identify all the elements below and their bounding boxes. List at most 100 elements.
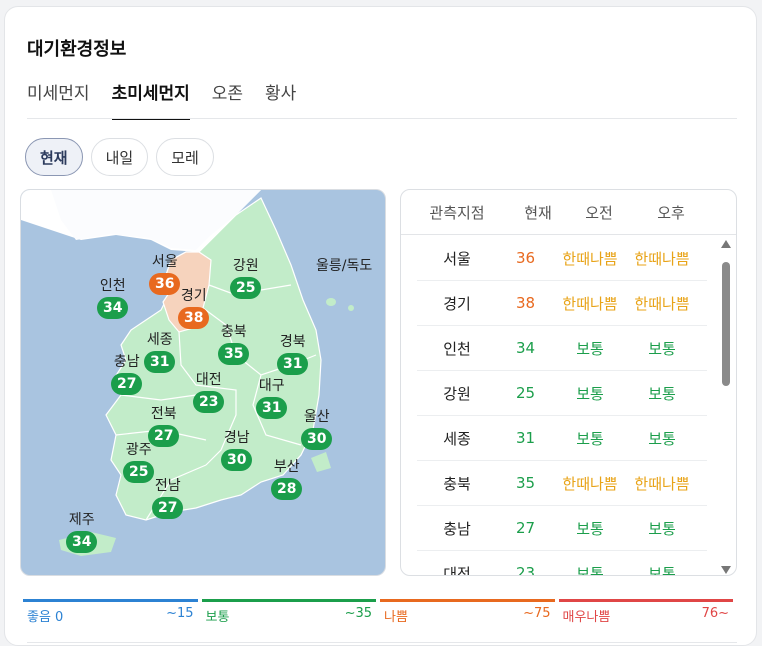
station-cell: 인천 xyxy=(443,339,471,358)
legend-label: 좋음 0 xyxy=(27,610,64,625)
region-name: 경남 xyxy=(223,430,250,446)
station-cell: 경기 xyxy=(443,294,471,313)
region-seoul[interactable]: 서울 36 xyxy=(149,253,181,295)
region-name: 울릉/독도 xyxy=(316,258,373,274)
region-value: 38 xyxy=(178,307,210,329)
station-cell: 서울 xyxy=(443,249,471,268)
col-am: 오전 xyxy=(585,203,613,222)
col-pm: 오후 xyxy=(657,203,685,222)
region-value: 31 xyxy=(256,397,288,419)
region-name: 광주 xyxy=(125,442,152,458)
pm-cell: 보통 xyxy=(648,564,676,576)
current-cell: 23 xyxy=(515,564,536,576)
table-scrollbar[interactable] xyxy=(720,240,732,574)
region-value: 34 xyxy=(97,297,129,319)
region-gyeonggi[interactable]: 경기 38 xyxy=(178,287,210,329)
region-value: 36 xyxy=(149,273,181,295)
pm-cell: 한때나쁨 xyxy=(634,249,690,268)
region-gwangju[interactable]: 광주 25 xyxy=(123,441,155,483)
legend-very-bad: 매우나쁨 76~ xyxy=(558,599,733,625)
region-name: 제주 xyxy=(68,512,95,528)
station-cell: 충북 xyxy=(443,474,471,493)
region-gyeongnam[interactable]: 경남 30 xyxy=(221,429,253,471)
table-row[interactable]: 경기 38 한때나쁨 한때나쁨 xyxy=(417,281,707,326)
region-ulleung-dokdo[interactable]: 울릉/독도 xyxy=(316,257,372,275)
am-cell: 한때나쁨 xyxy=(562,294,618,313)
region-value: 31 xyxy=(144,351,176,373)
region-gyeongbuk[interactable]: 경북 31 xyxy=(277,333,309,375)
region-daegu[interactable]: 대구 31 xyxy=(256,377,288,419)
region-value: 31 xyxy=(277,353,309,375)
region-value: 27 xyxy=(111,373,143,395)
am-cell: 보통 xyxy=(576,384,604,403)
am-cell: 보통 xyxy=(576,564,604,576)
region-ulsan[interactable]: 울산 30 xyxy=(301,408,333,450)
region-name: 경기 xyxy=(180,288,207,304)
legend-label: 매우나쁨 xyxy=(562,610,611,625)
col-station: 관측지점 xyxy=(429,203,485,222)
tab-ozone[interactable]: 오존 xyxy=(212,79,243,120)
scroll-thumb[interactable] xyxy=(722,262,730,386)
table-row[interactable]: 대전 23 보통 보통 xyxy=(417,551,707,576)
pm-cell: 보통 xyxy=(648,384,676,403)
pill-now[interactable]: 현재 xyxy=(25,138,83,176)
korea-map: 서울 36 경기 38 인천 34 강원 25 울릉/독도 세종 31 충북 3… xyxy=(20,189,386,576)
region-name: 충남 xyxy=(113,354,140,370)
region-value: 34 xyxy=(66,531,98,553)
region-busan[interactable]: 부산 28 xyxy=(271,458,303,500)
region-value: 27 xyxy=(152,497,184,519)
current-cell: 31 xyxy=(515,429,536,447)
pm-cell: 보통 xyxy=(648,429,676,448)
table-row[interactable]: 서울 36 한때나쁨 한때나쁨 xyxy=(417,236,707,281)
air-quality-card: 대기환경정보 미세먼지 초미세먼지 오존 황사 현재 내일 모레 서울 36 경… xyxy=(4,6,757,646)
pm-cell: 한때나쁨 xyxy=(634,474,690,493)
table-row[interactable]: 세종 31 보통 보통 xyxy=(417,416,707,461)
table-row[interactable]: 강원 25 보통 보통 xyxy=(417,371,707,416)
tab-pm25[interactable]: 초미세먼지 xyxy=(111,79,190,120)
region-chungbuk[interactable]: 충북 35 xyxy=(218,323,250,365)
current-cell: 27 xyxy=(515,519,536,537)
region-name: 서울 xyxy=(151,254,178,270)
table-row[interactable]: 충남 27 보통 보통 xyxy=(417,506,707,551)
card-title: 대기환경정보 xyxy=(27,39,127,60)
region-chungnam[interactable]: 충남 27 xyxy=(111,353,143,395)
region-daejeon[interactable]: 대전 23 xyxy=(193,371,225,413)
pill-tomorrow[interactable]: 내일 xyxy=(90,138,149,176)
current-cell: 36 xyxy=(515,249,536,267)
scroll-up-icon[interactable] xyxy=(721,240,731,248)
am-cell: 보통 xyxy=(576,429,604,448)
region-value: 23 xyxy=(193,391,225,413)
day-selector: 현재 내일 모레 xyxy=(25,138,214,176)
region-sejong[interactable]: 세종 31 xyxy=(144,331,176,373)
region-jeonnam[interactable]: 전남 27 xyxy=(152,477,184,519)
region-value: 35 xyxy=(218,343,250,365)
region-jeju[interactable]: 제주 34 xyxy=(66,511,98,553)
region-value: 25 xyxy=(123,461,155,483)
legend-label: 보통 xyxy=(205,610,230,625)
region-incheon[interactable]: 인천 34 xyxy=(97,277,129,319)
tab-yellow-dust[interactable]: 황사 xyxy=(265,79,296,120)
scroll-down-icon[interactable] xyxy=(721,566,731,574)
region-name: 전북 xyxy=(150,406,177,422)
current-cell: 25 xyxy=(515,384,536,402)
current-cell: 34 xyxy=(515,339,536,357)
legend-moderate: 보통 ~35 xyxy=(201,599,376,625)
table-row[interactable]: 인천 34 보통 보통 xyxy=(417,326,707,371)
table-header: 관측지점 현재 오전 오후 xyxy=(401,190,736,235)
legend-range: ~35 xyxy=(344,606,372,621)
region-name: 세종 xyxy=(146,332,173,348)
region-value: 28 xyxy=(271,478,303,500)
legend-range: 76~ xyxy=(701,606,729,621)
am-cell: 한때나쁨 xyxy=(562,474,618,493)
region-name: 전남 xyxy=(154,478,181,494)
legend: 좋음 0 ~15 보통 ~35 나쁨 ~75 매우나쁨 76~ xyxy=(23,599,733,625)
table-row[interactable]: 충북 35 한때나쁨 한때나쁨 xyxy=(417,461,707,506)
region-gangwon[interactable]: 강원 25 xyxy=(230,257,262,299)
pill-day-after[interactable]: 모레 xyxy=(156,138,214,176)
col-current: 현재 xyxy=(524,203,552,222)
region-name: 대전 xyxy=(195,372,222,388)
tab-pm10[interactable]: 미세먼지 xyxy=(27,79,90,120)
station-cell: 대전 xyxy=(443,564,471,576)
station-cell: 세종 xyxy=(443,429,471,448)
region-name: 울산 xyxy=(303,409,330,425)
